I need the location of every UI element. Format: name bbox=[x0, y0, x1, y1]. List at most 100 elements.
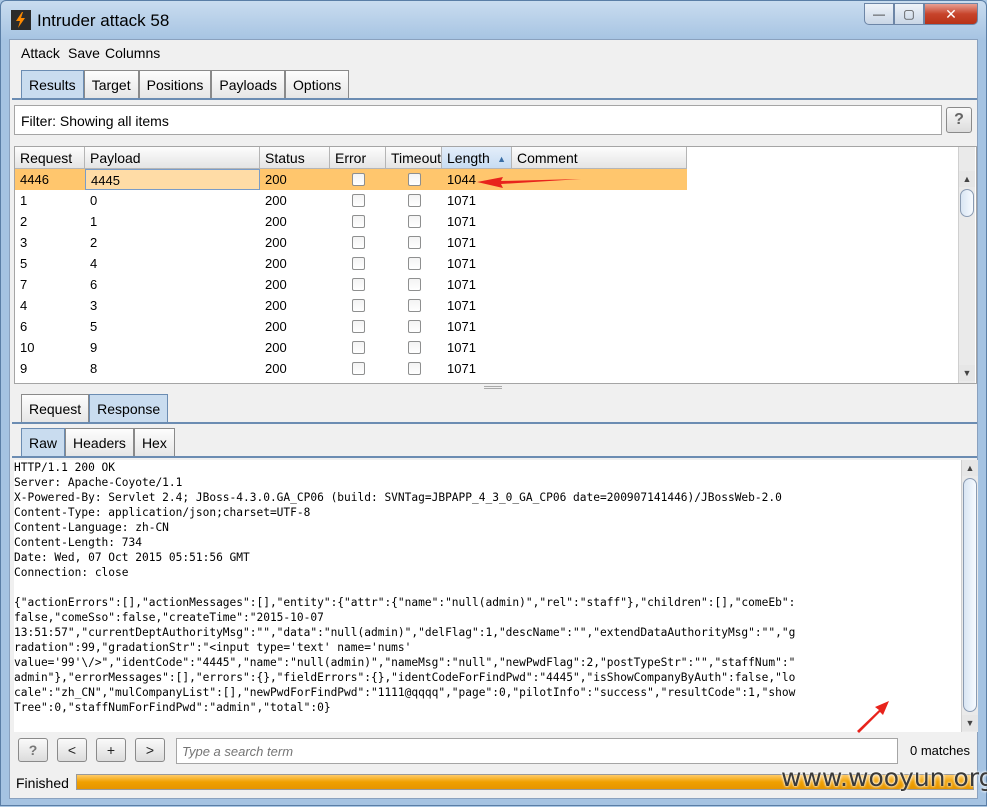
cell-timeout bbox=[386, 295, 442, 316]
minimize-button[interactable]: — bbox=[864, 3, 894, 25]
cell-timeout bbox=[386, 316, 442, 337]
table-row[interactable]: 4 3 200 1071 bbox=[15, 295, 687, 316]
col-request[interactable]: Request bbox=[15, 147, 85, 169]
title-bar[interactable]: Intruder attack 58 — ▢ ✕ bbox=[1, 1, 986, 39]
close-button[interactable]: ✕ bbox=[924, 3, 978, 25]
table-row[interactable]: 1 0 200 1071 bbox=[15, 190, 687, 211]
timeout-checkbox bbox=[407, 173, 421, 186]
table-row[interactable]: 9 8 200 1071 bbox=[15, 358, 687, 379]
response-line: radation":99,"gradationStr":"<input type… bbox=[14, 641, 412, 654]
filter-bar[interactable]: Filter: Showing all items bbox=[14, 105, 942, 135]
tab-hex[interactable]: Hex bbox=[133, 428, 175, 456]
search-add-button[interactable]: + bbox=[96, 738, 126, 762]
maximize-button[interactable]: ▢ bbox=[894, 3, 924, 25]
error-checkbox bbox=[351, 257, 365, 270]
cell-length: 1071 bbox=[447, 298, 476, 313]
cell-comment bbox=[512, 232, 687, 253]
tab-divider bbox=[12, 98, 977, 100]
timeout-checkbox bbox=[407, 215, 421, 228]
tab-target[interactable]: Target bbox=[83, 70, 139, 98]
menu-columns[interactable]: Columns bbox=[105, 45, 160, 61]
cell-status: 200 bbox=[265, 340, 287, 355]
table-row[interactable]: 2 1 200 1071 bbox=[15, 211, 687, 232]
table-row[interactable]: 10 9 200 1071 bbox=[15, 337, 687, 358]
table-row[interactable]: 5 4 200 1071 bbox=[15, 253, 687, 274]
cell-timeout bbox=[386, 358, 442, 379]
response-raw-text[interactable]: HTTP/1.1 200 OK Server: Apache-Coyote/1.1… bbox=[14, 460, 964, 732]
tab-response[interactable]: Response bbox=[89, 394, 169, 422]
col-timeout[interactable]: Timeout bbox=[386, 147, 442, 169]
cell-request: 7 bbox=[20, 277, 28, 292]
filter-help-button[interactable]: ? bbox=[946, 107, 972, 133]
window-title: Intruder attack 58 bbox=[37, 11, 170, 30]
response-scrollbar-thumb[interactable] bbox=[963, 478, 977, 712]
cell-error bbox=[330, 316, 386, 337]
timeout-checkbox bbox=[407, 236, 421, 249]
error-checkbox bbox=[351, 299, 365, 312]
scroll-down-icon[interactable]: ▼ bbox=[959, 365, 975, 381]
search-help-icon: ? bbox=[28, 742, 38, 758]
table-scrollbar[interactable]: ▲ ▼ bbox=[958, 147, 975, 383]
cell-timeout bbox=[386, 169, 442, 190]
timeout-checkbox bbox=[407, 320, 421, 333]
cell-payload: 4 bbox=[90, 256, 98, 271]
tab-headers[interactable]: Headers bbox=[65, 428, 134, 456]
table-row[interactable]: 4446 4445 200 1044 bbox=[15, 169, 687, 190]
timeout-checkbox bbox=[407, 194, 421, 207]
search-help-button[interactable]: ? bbox=[18, 738, 48, 762]
response-line: Tree":0,"staffNumForFindPwd":"admin","to… bbox=[14, 701, 331, 714]
table-row[interactable]: 3 2 200 1071 bbox=[15, 232, 687, 253]
cell-timeout bbox=[386, 253, 442, 274]
cell-payload: 5 bbox=[90, 319, 98, 334]
cell-payload: 6 bbox=[90, 277, 98, 292]
cell-request: 4 bbox=[20, 298, 28, 313]
search-prev-button[interactable]: < bbox=[57, 738, 87, 762]
cell-length: 1071 bbox=[447, 193, 476, 208]
cell-comment bbox=[512, 253, 687, 274]
scrollbar-thumb[interactable] bbox=[960, 189, 974, 217]
scrollbar-corner bbox=[959, 147, 975, 169]
response-line: Date: Wed, 07 Oct 2015 05:51:56 GMT bbox=[14, 551, 250, 564]
cell-comment bbox=[512, 358, 687, 379]
cell-status: 200 bbox=[265, 298, 287, 313]
search-next-button[interactable]: > bbox=[135, 738, 165, 762]
response-scroll-down-icon[interactable]: ▼ bbox=[962, 715, 978, 731]
cell-request: 2 bbox=[20, 214, 28, 229]
tab-payloads[interactable]: Payloads bbox=[211, 70, 286, 98]
col-status[interactable]: Status bbox=[260, 147, 330, 169]
search-input[interactable] bbox=[176, 738, 898, 764]
watermark: www.wooyun.org bbox=[781, 763, 987, 792]
cell-request: 4446 bbox=[20, 172, 49, 187]
cell-status: 200 bbox=[265, 235, 287, 250]
response-scroll-up-icon[interactable]: ▲ bbox=[962, 460, 978, 476]
response-line: {"actionErrors":[],"actionMessages":[],"… bbox=[14, 596, 796, 609]
split-pane-divider[interactable] bbox=[10, 386, 977, 390]
tab-options[interactable]: Options bbox=[285, 70, 350, 98]
table-body: 4446 4445 200 1044 1 0 200 1071 2 1 200 1071 3 2 200 10… bbox=[15, 169, 687, 379]
col-length-label: Length bbox=[447, 150, 490, 166]
col-comment[interactable]: Comment bbox=[512, 147, 687, 169]
cell-length: 1071 bbox=[447, 235, 476, 250]
tab-positions[interactable]: Positions bbox=[138, 70, 212, 98]
menu-save[interactable]: Save bbox=[68, 45, 100, 61]
cell-error bbox=[330, 274, 386, 295]
cell-length: 1071 bbox=[447, 319, 476, 334]
cell-error bbox=[330, 295, 386, 316]
response-line: false,"comeSso":false,"createTime":"2015… bbox=[14, 611, 324, 624]
tab-results[interactable]: Results bbox=[21, 70, 84, 98]
col-error[interactable]: Error bbox=[330, 147, 386, 169]
tab-raw[interactable]: Raw bbox=[21, 428, 66, 456]
timeout-checkbox bbox=[407, 299, 421, 312]
scroll-up-icon[interactable]: ▲ bbox=[959, 171, 975, 187]
cell-comment bbox=[512, 190, 687, 211]
menu-attack[interactable]: Attack bbox=[21, 45, 60, 61]
response-scrollbar[interactable]: ▲ ▼ bbox=[961, 460, 978, 732]
cell-length: 1071 bbox=[447, 277, 476, 292]
col-payload[interactable]: Payload bbox=[85, 147, 260, 169]
col-length[interactable]: Length ▲ bbox=[442, 147, 512, 169]
table-row[interactable]: 7 6 200 1071 bbox=[15, 274, 687, 295]
table-row[interactable]: 6 5 200 1071 bbox=[15, 316, 687, 337]
tab-request[interactable]: Request bbox=[21, 394, 90, 422]
error-checkbox bbox=[351, 194, 365, 207]
client-area: Attack Save Columns Results Target Posit… bbox=[9, 39, 978, 799]
